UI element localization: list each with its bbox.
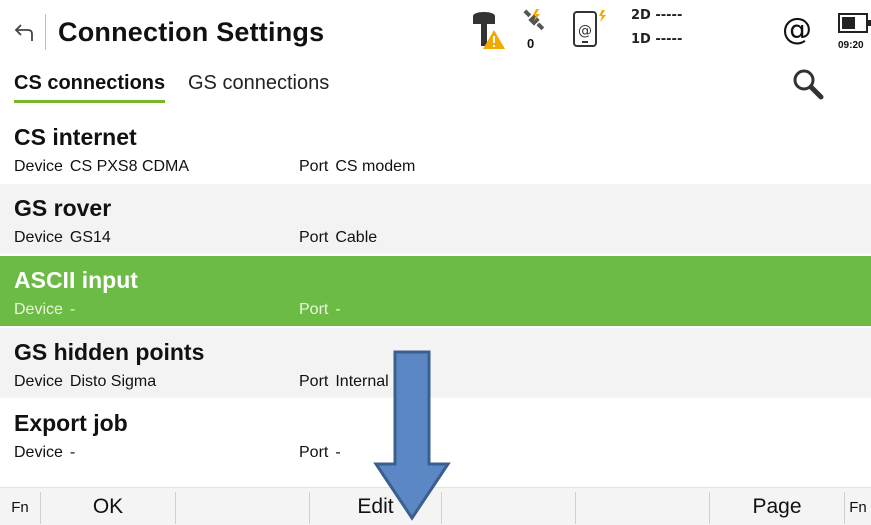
rover-warning-icon	[473, 12, 505, 49]
port-value: CS modem	[335, 158, 416, 175]
rover-status-button[interactable]	[470, 10, 506, 55]
clock: 09:20	[838, 40, 864, 51]
device-field: Device -	[14, 443, 75, 463]
connection-name: GS hidden points	[14, 339, 205, 365]
device-label: Device	[14, 158, 63, 175]
device-field: Device CS PXS8 CDMA	[14, 157, 189, 177]
port-field: Port Cable	[299, 228, 377, 248]
port-label: Port	[299, 301, 329, 318]
battery-icon	[838, 13, 871, 33]
tab-gs-connections[interactable]: GS connections	[188, 70, 329, 96]
annotation-arrow-down-icon	[373, 350, 451, 521]
port-value: -	[335, 444, 341, 461]
back-button[interactable]	[8, 16, 40, 48]
port-value: Cable	[335, 229, 378, 246]
device-label: Device	[14, 444, 63, 461]
softkey-empty[interactable]	[176, 488, 309, 525]
device-value: GS14	[69, 229, 111, 246]
device-label: Device	[14, 373, 63, 390]
device-link-button[interactable]: @	[572, 10, 612, 55]
device-field: Device Disto Sigma	[14, 372, 156, 392]
device-label: Device	[14, 301, 63, 318]
device-value: Disto Sigma	[69, 373, 157, 390]
port-label: Port	[299, 158, 329, 175]
device-label: Device	[14, 229, 63, 246]
tab-cs-connections[interactable]: CS connections	[14, 70, 166, 103]
device-value: CS PXS8 CDMA	[69, 158, 190, 175]
page-title: Connection Settings	[58, 17, 325, 47]
port-label: Port	[299, 444, 329, 461]
connection-name: CS internet	[14, 124, 137, 150]
search-icon	[793, 69, 824, 100]
port-field: Port -	[299, 300, 341, 320]
port-label: Port	[299, 373, 329, 390]
svg-text:@: @	[578, 23, 592, 39]
device-field: Device -	[14, 300, 75, 320]
port-label: Port	[299, 229, 329, 246]
battery-status[interactable]	[838, 10, 871, 41]
device-field: Device GS14	[14, 228, 111, 248]
list-item[interactable]: GS rover Device GS14 Port Cable	[0, 184, 871, 254]
ok-button[interactable]: OK	[41, 488, 175, 525]
device-value: -	[69, 301, 76, 318]
internet-status[interactable]: @	[782, 12, 812, 48]
title-bar: Connection Settings 0 @ 2D ----- 1D ----…	[0, 0, 871, 64]
port-field: Port CS modem	[299, 157, 415, 177]
softkey-empty[interactable]	[442, 488, 575, 525]
page-button[interactable]: Page	[710, 488, 844, 525]
back-arrow-icon	[14, 24, 33, 41]
connection-name: ASCII input	[14, 267, 138, 293]
port-field: Port -	[299, 443, 341, 463]
fn-left-button[interactable]: Fn	[0, 488, 40, 525]
list-item-selected[interactable]: ASCII input Device - Port -	[0, 256, 871, 326]
search-button[interactable]	[790, 66, 826, 102]
softkey-empty[interactable]	[576, 488, 709, 525]
satellite-icon	[523, 9, 545, 31]
list-item[interactable]: CS internet Device CS PXS8 CDMA Port CS mo…	[0, 113, 871, 183]
header-divider	[45, 14, 46, 50]
device-link-icon: @	[573, 10, 606, 47]
dop-2d: 2D -----	[631, 8, 683, 23]
connection-name: GS rover	[14, 195, 112, 221]
connection-tabs: CS connections GS connections	[0, 64, 871, 104]
port-value: -	[335, 301, 341, 318]
dop-1d: 1D -----	[631, 32, 683, 47]
satellite-status-button[interactable]	[522, 8, 546, 39]
connection-name: Export job	[14, 410, 128, 436]
fn-right-button[interactable]: Fn	[845, 488, 871, 525]
satellite-count: 0	[527, 36, 535, 51]
device-value: -	[69, 444, 76, 461]
